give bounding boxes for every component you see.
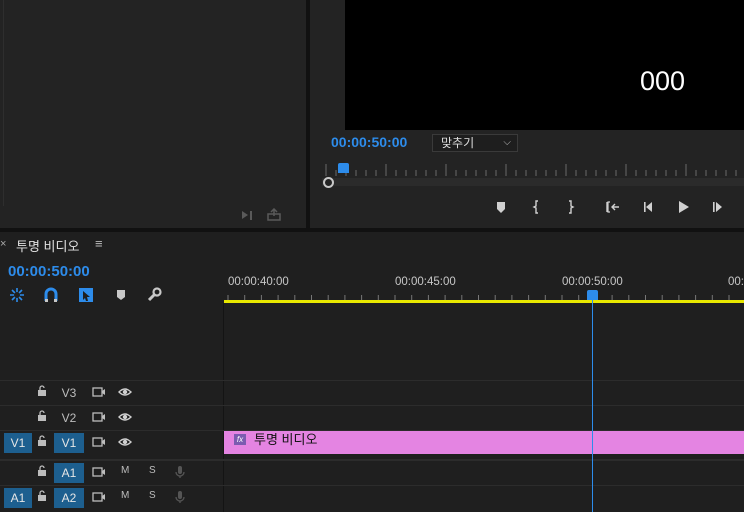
timeline-playhead[interactable] bbox=[587, 290, 598, 300]
mark-out-icon[interactable] bbox=[561, 198, 579, 216]
program-video-frame bbox=[345, 0, 744, 130]
eye-icon[interactable] bbox=[118, 385, 132, 399]
source-monitor-buttons bbox=[240, 207, 290, 224]
transport-controls bbox=[490, 198, 744, 216]
lock-icon[interactable] bbox=[37, 465, 47, 477]
sync-lock-icon[interactable] bbox=[92, 465, 106, 479]
video-overlay-text: 000 bbox=[640, 66, 686, 96]
timeline-timecode[interactable]: 00:00:50:00 bbox=[8, 263, 90, 280]
track-label[interactable]: V3 bbox=[54, 383, 84, 403]
add-marker-icon[interactable] bbox=[492, 198, 510, 216]
ruler-label: 00:0 bbox=[728, 276, 744, 288]
eye-icon[interactable] bbox=[118, 410, 132, 424]
program-timecode[interactable]: 00:00:50:00 bbox=[331, 134, 407, 150]
track-label[interactable]: A2 bbox=[54, 488, 84, 508]
linked-selection-icon[interactable] bbox=[77, 286, 95, 304]
overwrite-icon[interactable] bbox=[266, 207, 282, 222]
add-marker-icon[interactable] bbox=[112, 286, 130, 304]
chevron-down-icon: ⌵ bbox=[503, 137, 511, 148]
sync-lock-icon[interactable] bbox=[92, 490, 106, 504]
source-patch[interactable]: A1 bbox=[4, 488, 32, 508]
lock-icon[interactable] bbox=[37, 410, 47, 422]
panel-menu-icon[interactable]: ≡ bbox=[95, 236, 103, 251]
solo-button[interactable]: S bbox=[149, 465, 156, 476]
step-forward-icon[interactable] bbox=[710, 198, 728, 216]
mute-button[interactable]: M bbox=[121, 465, 129, 476]
lock-icon[interactable] bbox=[37, 490, 47, 502]
source-monitor-panel bbox=[0, 0, 306, 228]
program-scrub-bar[interactable] bbox=[322, 178, 744, 186]
playhead-line bbox=[592, 300, 593, 512]
fx-badge-icon: fx bbox=[234, 434, 246, 445]
sequence-tab-title[interactable]: 투명 비디오 bbox=[16, 236, 79, 255]
track-row-a2: A1 A2 M S bbox=[0, 485, 744, 509]
lock-icon[interactable] bbox=[37, 385, 47, 397]
step-back-icon[interactable] bbox=[640, 198, 658, 216]
sync-lock-icon[interactable] bbox=[92, 410, 106, 424]
snap-icon[interactable] bbox=[42, 286, 60, 304]
scrub-start-handle[interactable] bbox=[323, 177, 334, 188]
timeline-toolbar bbox=[8, 286, 168, 304]
play-icon[interactable] bbox=[674, 198, 692, 216]
ruler-label: 00:00:40:00 bbox=[228, 276, 289, 288]
clip-label: 투명 비디오 bbox=[254, 432, 318, 447]
nest-sequence-icon[interactable] bbox=[8, 286, 26, 304]
ruler-label: 00:00:50:00 bbox=[562, 276, 623, 288]
sync-lock-icon[interactable] bbox=[92, 435, 106, 449]
track-row-v3: V3 bbox=[0, 380, 744, 404]
ruler-label: 00:00:45:00 bbox=[395, 276, 456, 288]
track-row-v2: V2 bbox=[0, 405, 744, 429]
program-mini-ruler[interactable] bbox=[322, 162, 744, 176]
track-label[interactable]: V2 bbox=[54, 408, 84, 428]
ruler-ticks bbox=[227, 295, 730, 300]
wrench-icon[interactable] bbox=[145, 286, 163, 304]
track-label[interactable]: V1 bbox=[54, 433, 84, 453]
insert-icon[interactable] bbox=[240, 208, 256, 222]
microphone-icon[interactable] bbox=[173, 490, 187, 504]
mark-in-icon[interactable] bbox=[528, 198, 546, 216]
zoom-fit-select[interactable]: 맞추기 ⌵ bbox=[432, 134, 518, 152]
go-to-in-icon[interactable] bbox=[604, 198, 622, 216]
track-label[interactable]: A1 bbox=[54, 463, 84, 483]
close-icon[interactable]: × bbox=[0, 238, 6, 250]
program-playhead[interactable] bbox=[338, 163, 349, 173]
track-row-a1: A1 M S bbox=[0, 459, 744, 483]
sync-lock-icon[interactable] bbox=[92, 385, 106, 399]
microphone-icon[interactable] bbox=[173, 465, 187, 479]
lock-icon[interactable] bbox=[37, 435, 47, 447]
mute-button[interactable]: M bbox=[121, 490, 129, 501]
source-monitor-edge bbox=[0, 0, 4, 206]
source-patch[interactable]: V1 bbox=[4, 433, 32, 453]
eye-icon[interactable] bbox=[118, 435, 132, 449]
zoom-fit-label: 맞추기 bbox=[441, 136, 475, 150]
solo-button[interactable]: S bbox=[149, 490, 156, 501]
